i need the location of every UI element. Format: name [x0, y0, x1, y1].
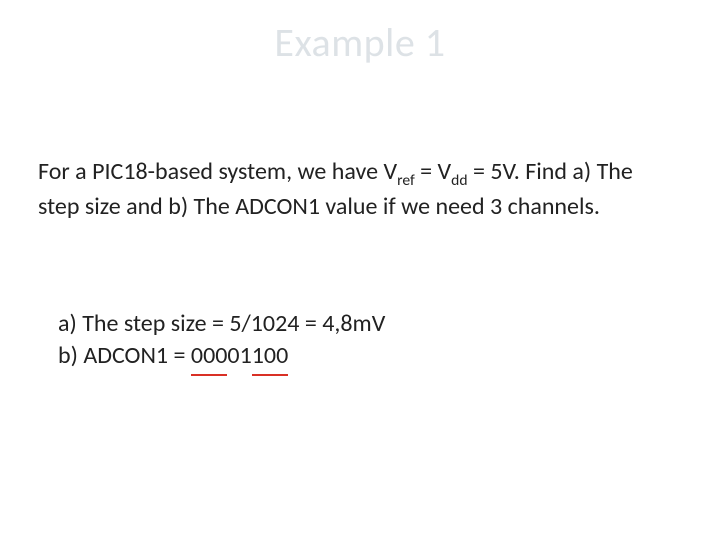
question-mid1: = V — [415, 157, 451, 186]
answer-b: b) ADCON1 = 00001100 — [58, 340, 658, 375]
answer-b-underline1: 000 — [191, 340, 228, 375]
question-prefix: For a PIC18-based system, we have V — [38, 157, 397, 186]
answer-b-mid: 01 — [227, 341, 251, 370]
slide-title: Example 1 — [0, 18, 720, 67]
answer-b-underline2: 100 — [252, 340, 289, 375]
answer-a: a) The step size = 5/1024 = 4,8mV — [58, 308, 658, 340]
answer-block: a) The step size = 5/1024 = 4,8mV b) ADC… — [58, 308, 658, 376]
answer-b-prefix: b) ADCON1 = — [58, 341, 191, 370]
subscript-ref: ref — [397, 171, 415, 190]
question-text: For a PIC18-based system, we have Vref =… — [38, 156, 678, 223]
subscript-dd: dd — [451, 171, 467, 190]
